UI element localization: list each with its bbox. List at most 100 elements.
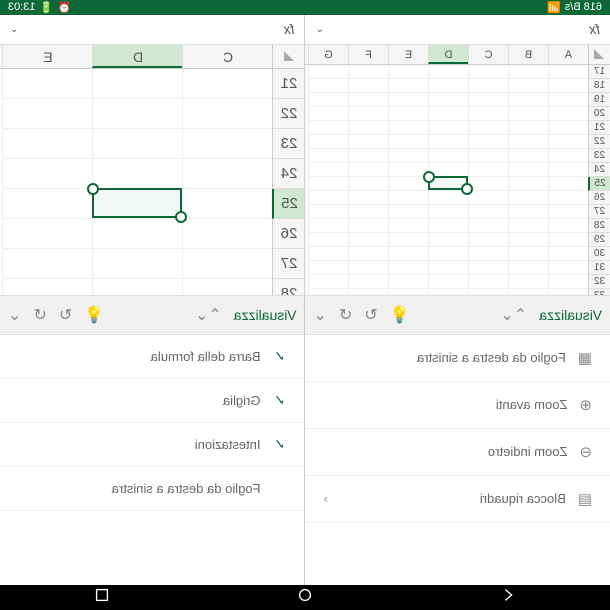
cell[interactable]	[508, 261, 548, 275]
cell[interactable]	[183, 69, 273, 99]
cell[interactable]	[183, 129, 273, 159]
cell[interactable]	[308, 79, 348, 93]
cell[interactable]	[308, 247, 348, 261]
cell[interactable]	[548, 79, 588, 93]
lightbulb-icon[interactable]: 💡	[390, 305, 410, 325]
cell[interactable]	[3, 189, 93, 219]
cell[interactable]	[548, 149, 588, 163]
view-tab[interactable]: Visualizza	[539, 307, 602, 323]
menu-rtl-sheet[interactable]: ▦ Foglio da destra a sinistra	[306, 335, 610, 382]
cell[interactable]	[93, 69, 183, 99]
cell[interactable]	[548, 121, 588, 135]
cell[interactable]	[308, 191, 348, 205]
cell[interactable]	[183, 159, 273, 189]
cell[interactable]	[548, 177, 588, 191]
cell[interactable]	[428, 149, 468, 163]
cell[interactable]	[548, 289, 588, 295]
cell[interactable]	[508, 289, 548, 295]
cell[interactable]	[308, 149, 348, 163]
row-header[interactable]: 26	[588, 191, 610, 205]
cell[interactable]	[3, 159, 93, 189]
row-header[interactable]: 18	[588, 79, 610, 93]
cell[interactable]	[308, 121, 348, 135]
menu-zoom-out[interactable]: ⊖ Zoom indietro	[306, 429, 610, 476]
cell[interactable]	[348, 247, 388, 261]
cell[interactable]	[3, 69, 93, 99]
cell[interactable]	[308, 93, 348, 107]
chevron-down-icon[interactable]: ⌄	[316, 24, 324, 35]
row-header[interactable]: 33	[588, 289, 610, 295]
chevron-down-icon[interactable]: ⌄	[8, 305, 21, 325]
select-all-corner[interactable]	[588, 45, 610, 64]
cell[interactable]	[348, 191, 388, 205]
row-header[interactable]: 28	[588, 219, 610, 233]
cell[interactable]	[93, 249, 183, 279]
cell[interactable]	[388, 191, 428, 205]
row-header[interactable]: 31	[588, 261, 610, 275]
cell[interactable]	[548, 275, 588, 289]
cell[interactable]	[548, 65, 588, 79]
chevron-down-icon[interactable]: ⌄	[314, 305, 327, 325]
cell[interactable]	[468, 275, 508, 289]
cell[interactable]	[388, 163, 428, 177]
row-header[interactable]: 26	[273, 219, 305, 249]
cell[interactable]	[388, 261, 428, 275]
cell[interactable]	[428, 289, 468, 295]
cell[interactable]	[468, 163, 508, 177]
cell[interactable]	[308, 261, 348, 275]
row-header[interactable]: 22	[588, 135, 610, 149]
cell[interactable]	[508, 219, 548, 233]
cell[interactable]	[348, 219, 388, 233]
select-all-corner[interactable]	[273, 45, 305, 68]
cell[interactable]	[388, 219, 428, 233]
cell[interactable]	[548, 233, 588, 247]
cell[interactable]	[388, 233, 428, 247]
cell[interactable]	[508, 247, 548, 261]
cell[interactable]	[348, 149, 388, 163]
selection-handle[interactable]	[88, 183, 100, 195]
cell[interactable]	[388, 79, 428, 93]
cell[interactable]	[428, 233, 468, 247]
cell[interactable]	[388, 275, 428, 289]
menu-freeze-panes[interactable]: ▤ Blocca riquadri ›	[306, 476, 610, 523]
cell[interactable]	[508, 135, 548, 149]
cell[interactable]	[428, 93, 468, 107]
home-button[interactable]	[296, 586, 314, 609]
cell[interactable]	[428, 261, 468, 275]
cell[interactable]	[93, 159, 183, 189]
cell[interactable]	[428, 205, 468, 219]
cell[interactable]	[428, 219, 468, 233]
cell[interactable]	[508, 191, 548, 205]
cell[interactable]	[508, 121, 548, 135]
cell[interactable]	[548, 93, 588, 107]
cell[interactable]	[348, 163, 388, 177]
formula-bar[interactable]: fx ⌄	[0, 15, 305, 45]
col-header[interactable]: F	[348, 45, 388, 64]
cell[interactable]	[428, 107, 468, 121]
cell[interactable]	[308, 107, 348, 121]
view-tab[interactable]: Visualizza	[234, 307, 297, 323]
cell[interactable]	[468, 149, 508, 163]
cell[interactable]	[468, 191, 508, 205]
cell[interactable]	[348, 107, 388, 121]
undo-icon[interactable]: ↺	[339, 305, 352, 325]
selection-handle[interactable]	[461, 183, 473, 195]
spreadsheet-grid[interactable]: A B C D E F G 17181920212223242526272829…	[306, 45, 610, 295]
cell[interactable]	[508, 163, 548, 177]
cell[interactable]	[468, 79, 508, 93]
col-header[interactable]: C	[468, 45, 508, 64]
menu-rtl-sheet[interactable]: Foglio da destra a sinistra	[0, 467, 305, 511]
cell[interactable]	[3, 99, 93, 129]
cell[interactable]	[508, 149, 548, 163]
cell[interactable]	[508, 205, 548, 219]
cell[interactable]	[348, 275, 388, 289]
cell[interactable]	[183, 219, 273, 249]
cell[interactable]	[548, 205, 588, 219]
cell[interactable]	[3, 219, 93, 249]
cell[interactable]	[388, 177, 428, 191]
menu-gridlines[interactable]: Griglia	[0, 379, 305, 423]
cell[interactable]	[428, 247, 468, 261]
cell[interactable]	[388, 65, 428, 79]
cell[interactable]	[428, 79, 468, 93]
cell[interactable]	[348, 79, 388, 93]
